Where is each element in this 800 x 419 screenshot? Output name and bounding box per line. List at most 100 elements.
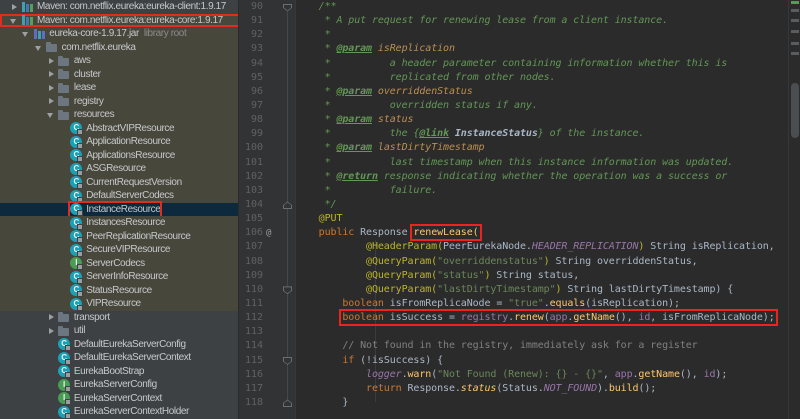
class-icon <box>57 351 71 365</box>
chevron-collapsed-icon[interactable] <box>45 311 58 324</box>
fold-start-icon[interactable] <box>283 357 292 366</box>
tree-item-resources[interactable]: resources <box>0 108 238 122</box>
tree-item-defaultservercodecs[interactable]: DefaultServerCodecs <box>0 189 238 203</box>
fold-start-icon[interactable] <box>283 286 292 295</box>
code-token: isFromReplicaNode = <box>383 297 509 309</box>
code-token: id <box>638 312 651 324</box>
chevron-expanded-icon[interactable] <box>20 27 33 40</box>
gutter-line: 91 <box>239 14 295 28</box>
code-editor[interactable]: 90 91 92 93 94 95 96 97 98 99 100 101 102 103 104 105 10… <box>239 0 800 419</box>
arrow-spacer <box>45 378 58 391</box>
code-token: String overriddenStatus, <box>549 255 698 267</box>
error-stripe-mark-info[interactable] <box>791 30 799 33</box>
code-token: (), <box>614 312 639 324</box>
code-token: lastDirtyTimestamp <box>371 142 485 154</box>
chevron-collapsed-icon[interactable] <box>45 324 58 337</box>
tree-item-cluster[interactable]: cluster <box>0 67 238 81</box>
tree-item-maven-com-netflix-eureka-eureka-client-1-9-17[interactable]: Maven: com.netflix.eureka:eureka-client:… <box>0 0 238 14</box>
tree-item-vipresource[interactable]: VIPResource <box>0 297 238 311</box>
line-number: 106 <box>244 227 263 239</box>
chevron-collapsed-icon[interactable] <box>45 81 58 94</box>
code-token: String status, <box>490 269 580 281</box>
tree-item-defaulteurekaserverconfig[interactable]: DefaultEurekaServerConfig <box>0 338 238 352</box>
code-line-103: * failure. <box>295 184 800 198</box>
tree-item-content: DefaultEurekaServerConfig <box>57 338 186 352</box>
code-token: * <box>295 43 337 55</box>
tree-item-eurekaservercontextholder[interactable]: EurekaServerContextHolder <box>0 405 238 419</box>
tree-item-util[interactable]: util <box>0 324 238 338</box>
tree-item-content: InstanceResource <box>68 200 163 218</box>
line-number: 92 <box>250 29 263 41</box>
code-token: equals <box>549 297 586 309</box>
editor-scrollbar[interactable] <box>788 0 800 419</box>
line-number: 110 <box>244 283 263 295</box>
tree-item-abstractvipresource[interactable]: AbstractVIPResource <box>0 121 238 136</box>
error-stripe-mark-info[interactable] <box>791 42 799 45</box>
tree-item-defaulteurekaservercontext[interactable]: DefaultEurekaServerContext <box>0 351 238 365</box>
tree-item-applicationresource[interactable]: ApplicationResource <box>0 135 238 149</box>
fold-end-icon[interactable] <box>283 201 292 210</box>
tree-item-currentrequestversion[interactable]: CurrentRequestVersion <box>0 175 238 190</box>
code-token: app <box>549 312 568 324</box>
tree-item-eurekabootstrap[interactable]: EurekaBootStrap <box>0 365 238 379</box>
arrow-spacer <box>57 189 70 202</box>
tree-item-com-netflix-eureka[interactable]: com.netflix.eureka <box>0 40 238 54</box>
tree-item-serverinforesource[interactable]: ServerInfoResource <box>0 270 238 284</box>
tree-item-aws[interactable]: aws <box>0 54 238 68</box>
tree-item-instanceresource[interactable]: InstanceResource <box>0 200 238 218</box>
chevron-expanded-icon[interactable] <box>45 108 58 121</box>
tree-item-lease[interactable]: lease <box>0 81 238 95</box>
tree-item-maven-com-netflix-eureka-eureka-core-1-9-17[interactable]: Maven: com.netflix.eureka:eureka-core:1.… <box>0 13 238 27</box>
tree-item-content: Maven: com.netflix.eureka:eureka-client:… <box>21 0 226 14</box>
tree-item-eureka-core-1-9-17-jar[interactable]: eureka-core-1.9.17.jar library root <box>0 27 238 41</box>
chevron-collapsed-icon[interactable] <box>45 68 58 81</box>
code-token: @QueryParam( <box>366 255 438 267</box>
error-stripe-mark-info[interactable] <box>791 52 799 55</box>
tree-item-label: DefaultEurekaServerConfig <box>73 338 186 350</box>
fold-end-icon[interactable] <box>283 399 292 408</box>
tree-item-asgresource[interactable]: ASGResource <box>0 162 238 176</box>
tree-item-label: DefaultEurekaServerContext <box>73 352 191 364</box>
gutter-line: 103 <box>239 184 295 198</box>
line-number: 95 <box>250 71 263 83</box>
code-token: String isReplication, <box>644 241 775 253</box>
tree-item-label: cluster <box>73 68 101 80</box>
fold-start-icon[interactable] <box>283 3 292 12</box>
chevron-expanded-icon[interactable] <box>8 14 21 27</box>
tree-item-content: resources <box>57 108 115 122</box>
code-token: status <box>460 382 497 394</box>
code-line-102: * @return response indicating whether th… <box>295 170 800 184</box>
line-number: 108 <box>244 255 263 267</box>
error-stripe-mark-info[interactable] <box>791 19 799 22</box>
tree-item-statusresource[interactable]: StatusResource <box>0 283 238 298</box>
tree-item-registry[interactable]: registry <box>0 94 238 108</box>
code-area[interactable]: /** * A put request for renewing lease f… <box>295 0 800 419</box>
tree-item-label: ASGResource <box>86 163 146 175</box>
tree-item-content: DefaultEurekaServerContext <box>57 351 191 365</box>
error-stripe-mark-ok[interactable] <box>791 1 799 4</box>
code-token: "status" <box>437 269 485 281</box>
code-token: getName <box>573 312 615 324</box>
code-token: PeerEurekaNode. <box>443 241 532 253</box>
chevron-collapsed-icon[interactable] <box>45 54 58 67</box>
tree-item-eurekaservercontext[interactable]: EurekaServerContext <box>0 392 238 406</box>
chevron-collapsed-icon[interactable] <box>45 95 58 108</box>
line-number: 109 <box>244 269 263 281</box>
scrollbar-thumb[interactable] <box>791 83 799 138</box>
tree-item-eurekaserverconfig[interactable]: EurekaServerConfig <box>0 378 238 392</box>
line-number: 99 <box>250 128 263 140</box>
line-number: 98 <box>250 114 263 126</box>
chevron-collapsed-icon[interactable] <box>8 0 21 13</box>
tree-item-instancesresource[interactable]: InstancesResource <box>0 216 238 230</box>
tree-item-servercodecs[interactable]: ServerCodecs <box>0 256 238 271</box>
error-stripe-mark-info[interactable] <box>791 9 799 12</box>
chevron-expanded-icon[interactable] <box>33 41 46 54</box>
gutter-line: 100 <box>239 141 295 155</box>
gutter-line: 97 <box>239 99 295 113</box>
tree-item-securevipresource[interactable]: SecureVIPResource <box>0 243 238 257</box>
tree-item-applicationsresource[interactable]: ApplicationsResource <box>0 148 238 163</box>
tree-item-label: com.netflix.eureka <box>61 41 136 53</box>
tree-item-transport[interactable]: transport <box>0 311 238 325</box>
tree-item-peerreplicationresource[interactable]: PeerReplicationResource <box>0 229 238 244</box>
